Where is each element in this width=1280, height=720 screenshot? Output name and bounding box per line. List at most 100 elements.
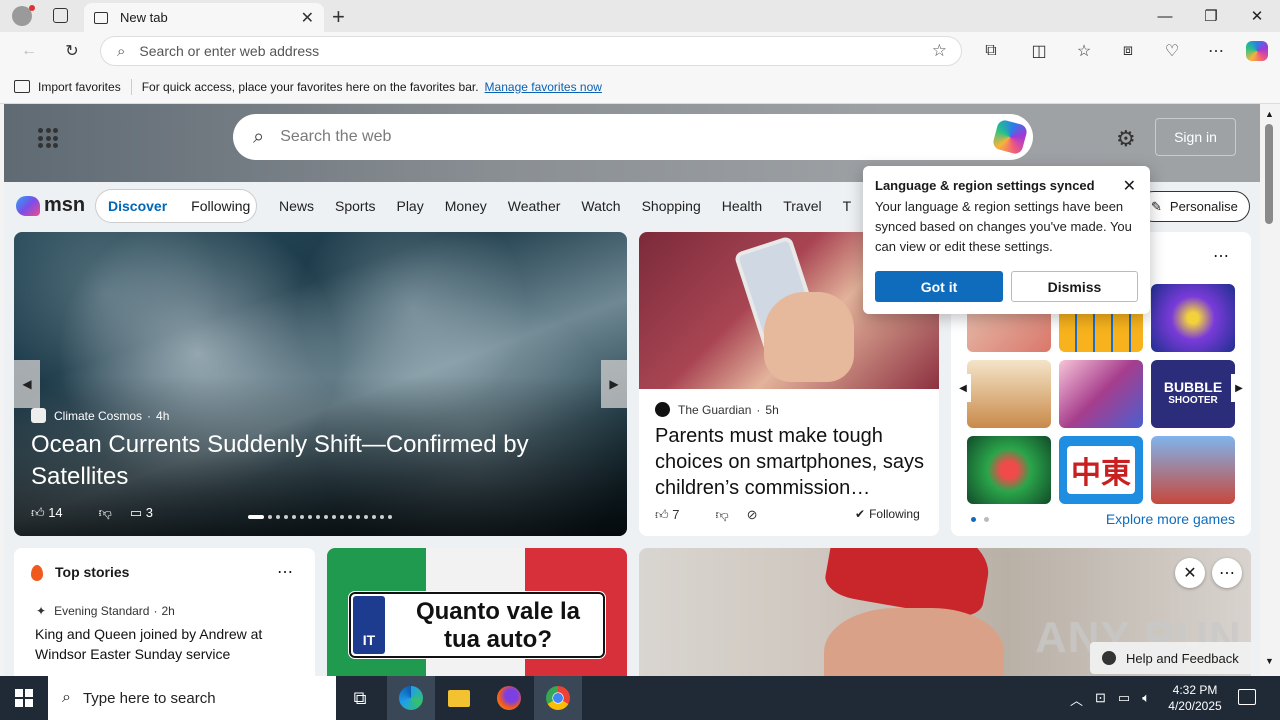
tab-new-tab[interactable]: New tab ✕ [84,3,324,32]
scroll-thumb[interactable] [1265,124,1273,224]
restore-button[interactable]: ❐ [1196,4,1226,28]
favorites-icon[interactable]: ☆ [1073,41,1095,61]
browser-essentials-icon[interactable]: ♡ [1161,41,1183,61]
dismiss-button[interactable]: Dismiss [1011,271,1138,302]
import-favorites[interactable]: Import favorites [38,80,121,94]
source-age: 5h [765,402,779,417]
game-tile-mahjong[interactable]: 中東 [1059,436,1143,504]
hero-headline[interactable]: Ocean Currents Suddenly Shift—Confirmed … [31,429,591,493]
network-icon[interactable]: ▭ [1118,690,1130,709]
firefox-icon[interactable] [485,676,533,720]
game-tile-bubble-shooter[interactable]: BUBBLE SHOOTER [1151,360,1235,428]
game-tile-3[interactable] [1151,284,1235,352]
dislike-button[interactable]: 👎︎ [715,507,728,523]
taskbar-search[interactable]: ⌕ Type here to search [48,676,336,720]
refresh-icon[interactable]: ↻ [61,41,83,61]
got-it-button[interactable]: Got it [875,271,1003,302]
nav-weather[interactable]: Weather [508,198,561,214]
web-search-box[interactable]: ⌕ Search the web [233,114,1033,160]
split-screen-icon[interactable]: ◫ [1028,41,1050,61]
volume-icon[interactable]: 🔈︎ [1142,690,1150,709]
notification-icon[interactable] [1238,689,1256,705]
nav-sports[interactable]: Sports [335,198,375,214]
minimize-button[interactable]: — [1150,4,1180,28]
extensions-icon[interactable]: ⧉ [980,41,1002,61]
page-scrollbar[interactable]: ▲ ▼ [1260,104,1280,676]
help-feedback-button[interactable]: Help and Feedback [1090,642,1254,674]
carousel-prev-button[interactable]: ◀ [14,360,40,408]
chrome-icon[interactable] [534,676,582,720]
following-badge[interactable]: ✔ Following [855,507,938,521]
top-story-headline[interactable]: King and Queen joined by Andrew at Winds… [35,624,300,664]
more-options-icon[interactable]: ⋯ [1213,246,1229,266]
help-icon [1102,651,1116,665]
more-options-button[interactable]: ⋯ [1212,558,1242,588]
games-next-button[interactable]: ▶ [1231,374,1247,402]
nav-shopping[interactable]: Shopping [642,198,701,214]
tab-actions-icon[interactable] [53,8,68,23]
game-tile-7[interactable] [967,436,1051,504]
copilot-search-icon[interactable] [991,118,1029,156]
close-card-button[interactable]: ✕ [1175,558,1205,588]
game-tile-9[interactable] [1151,436,1235,504]
nav-truncated[interactable]: T [843,198,852,214]
nav-play[interactable]: Play [396,198,423,214]
manage-favorites-link[interactable]: Manage favorites now [485,80,602,94]
eu-plate-band: IT [353,596,385,654]
dislike-button[interactable]: 👎︎ [99,505,112,521]
comment-button[interactable]: ▭ 3 [130,505,171,521]
msn-logo[interactable]: msn [16,194,85,217]
address-bar[interactable]: ⌕ Search or enter web address ☆ [100,36,962,66]
chevron-up-icon[interactable]: ︿ [1070,690,1083,709]
nav-news[interactable]: News [279,198,314,214]
game-tile-4[interactable] [967,360,1051,428]
tab-following[interactable]: Following [179,198,262,214]
settings-gear-icon[interactable]: ⚙ [1116,126,1136,152]
tab-discover[interactable]: Discover [96,198,179,214]
start-button[interactable] [0,676,48,720]
taskbar-clock[interactable]: 4:32 PM 4/20/2025 [1160,682,1230,714]
like-button[interactable]: 👍︎ 7 [655,507,697,523]
file-explorer-icon[interactable] [435,676,483,720]
hide-button[interactable]: ⊘ [747,507,758,523]
import-favorites-icon[interactable] [14,80,30,93]
game-tile-5[interactable] [1059,360,1143,428]
games-prev-button[interactable]: ◀ [955,374,971,402]
following-label: Following [869,507,920,521]
nav-travel[interactable]: Travel [783,198,821,214]
close-window-button[interactable]: ✕ [1242,4,1272,28]
separator [130,78,132,95]
nav-money[interactable]: Money [445,198,487,214]
scroll-down-arrow[interactable]: ▼ [1265,656,1274,666]
close-tab-icon[interactable]: ✕ [301,8,314,28]
close-popup-icon[interactable]: ✕ [1123,176,1136,196]
shooter-label: SHOOTER [1168,395,1218,406]
nav-watch[interactable]: Watch [581,198,620,214]
new-tab-button[interactable]: + [332,4,345,30]
nav-health[interactable]: Health [722,198,762,214]
sign-in-button[interactable]: Sign in [1155,118,1236,156]
back-icon[interactable]: ← [18,41,40,61]
collections-icon[interactable]: ⧈ [1117,41,1139,61]
personalise-button[interactable]: ✎ Personalise [1138,191,1250,222]
app-launcher-icon[interactable] [38,128,58,148]
guardian-headline[interactable]: Parents must make tough choices on smart… [655,423,925,501]
source-age: 4h [156,408,170,423]
like-button[interactable]: 👍︎ 14 [31,505,81,521]
copilot-icon[interactable] [1246,41,1268,61]
games-page-dots [971,517,989,522]
carousel-next-button[interactable]: ▶ [601,360,627,408]
edge-taskbar-icon[interactable] [387,676,435,720]
scroll-up-arrow[interactable]: ▲ [1265,109,1274,119]
ad-card[interactable]: IT Quanto vale la tua auto? [327,548,627,676]
toolbar: ← ↻ ⌕ Search or enter web address ☆ ⧉ ◫ … [0,32,1280,70]
explore-more-games-link[interactable]: Explore more games [1106,511,1235,527]
task-view-icon[interactable]: ⧉ [336,676,384,720]
favorite-star-icon[interactable]: ☆ [932,41,947,61]
more-options-icon[interactable]: ⋯ [1205,41,1227,61]
hero-story-card[interactable]: ◀ ▶ Climate Cosmos · 4h Ocean Currents S… [14,232,627,536]
more-options-icon[interactable]: ⋯ [277,562,293,582]
network-drive-icon[interactable]: ⊡ [1095,690,1106,709]
chrome-logo-icon [546,686,570,710]
comment-count: 3 [145,505,154,520]
